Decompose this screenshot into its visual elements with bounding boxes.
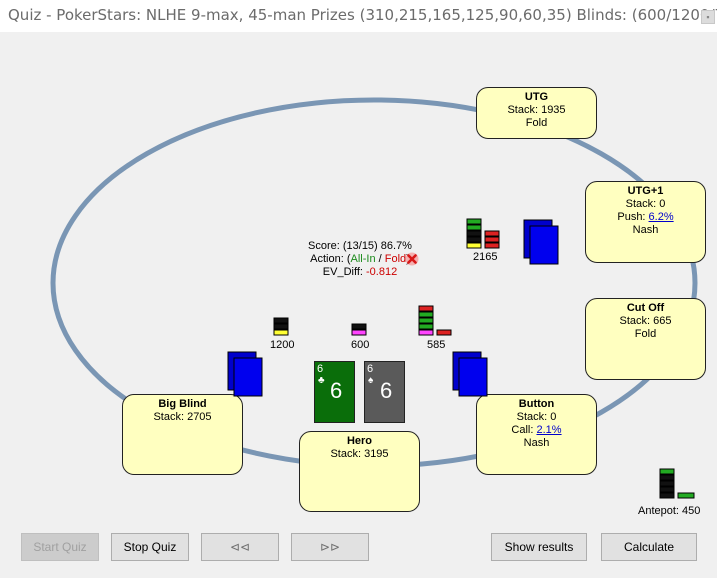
seat-name: Hero [346,435,373,447]
action-prefix: Action: ( [310,253,351,265]
seat-cutoff: Cut Off Stack: 665 Fold [585,298,706,380]
call-range-link[interactable]: 2.1% [536,424,561,436]
bet-amount-button: 585 [427,339,446,351]
action-separator: / [375,253,385,265]
ev-value: -0.812 [366,266,398,278]
chip-stack-icon [418,305,452,336]
seat-call-line: Call: 2.1% [477,424,596,437]
bet-amount-small-blind: 600 [351,339,370,351]
seat-push-line: Push: 6.2% [586,211,705,224]
seat-name: Big Blind [158,398,207,410]
card-back-icon [452,351,488,397]
chip-stack-icon [659,468,695,499]
seat-action: Fold [525,117,548,129]
previous-button[interactable]: ⊲⊲ [201,533,279,561]
seat-stack: Stack: 3195 [330,448,389,460]
action-fold: Fold [384,253,407,265]
bet-amount-utg1: 2165 [473,251,498,263]
seat-stack: Stack: 2705 [153,411,212,423]
start-quiz-button[interactable]: Start Quiz [21,533,99,561]
ev-label: EV_Diff: [322,266,366,278]
card-back-icon [523,219,559,265]
spade-icon: ♠ [368,375,374,386]
seat-stack: Stack: 665 [619,315,672,327]
next-button[interactable]: ⊳⊳ [291,533,369,561]
seat-utg1: UTG+1 Stack: 0 Push: 6.2% Nash [585,181,706,263]
chip-stack-icon [351,323,367,336]
seat-utg: UTG Stack: 1935 Fold [476,87,597,139]
seat-button: Button Stack: 0 Call: 2.1% Nash [476,394,597,475]
stop-quiz-button[interactable]: Stop Quiz [111,533,189,561]
seat-strategy: Nash [523,437,550,449]
seat-name: UTG+1 [627,185,664,197]
card-back-icon [227,351,263,397]
calculate-button[interactable]: Calculate [601,533,697,561]
chip-stack-icon [273,317,289,336]
seat-hero: Hero Stack: 3195 [299,431,420,512]
push-range-link[interactable]: 6.2% [649,211,674,223]
seat-stack: Stack: 0 [516,411,557,423]
seat-name: Button [518,398,555,410]
seat-stack: Stack: 0 [625,198,666,210]
card-rank-large: 6 [380,378,393,403]
show-results-button[interactable]: Show results [491,533,587,561]
seat-stack: Stack: 1935 [507,104,566,116]
ev-diff-text: EV_Diff: -0.812 [290,266,430,279]
card-rank-large: 6 [330,378,343,403]
seat-strategy: Nash [632,224,659,236]
hero-card-1: 6 ♣ 6 [314,361,355,423]
seat-name: Cut Off [626,302,665,314]
chip-stack-icon [466,218,500,249]
card-rank: 6 [367,363,374,375]
push-label: Push: [617,211,649,223]
seat-big-blind: Big Blind Stack: 2705 [122,394,243,475]
antepot-label: Antepot: 450 [638,505,701,517]
wrong-answer-icon [405,252,419,266]
hero-card-2: 6 ♠ 6 [364,361,405,423]
seat-action: Fold [634,328,657,340]
bet-amount-big-blind: 1200 [270,339,295,351]
call-label: Call: [511,424,537,436]
seat-name: UTG [524,91,549,103]
club-icon: ♣ [318,375,325,386]
card-rank: 6 [317,363,324,375]
action-allin: All-In [350,253,376,265]
